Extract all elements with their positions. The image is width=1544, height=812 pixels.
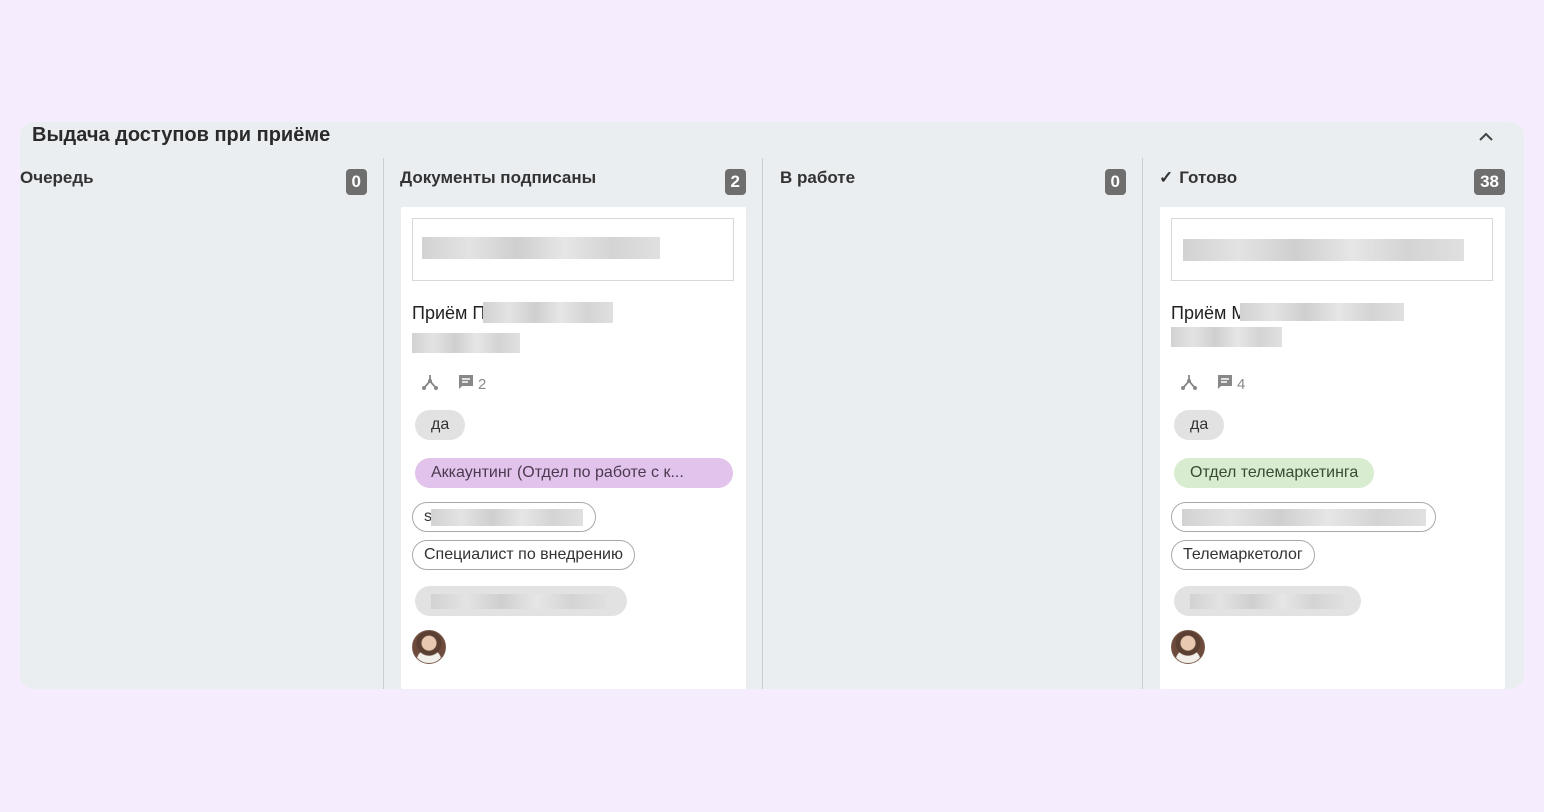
redacted-text bbox=[1171, 327, 1282, 347]
column-divider bbox=[762, 158, 763, 689]
card-meta: 4 bbox=[1180, 373, 1245, 395]
person-tag[interactable] bbox=[415, 586, 627, 616]
redacted-text bbox=[422, 237, 660, 259]
column-title: В работе bbox=[780, 168, 856, 187]
comments-count[interactable]: 2 bbox=[457, 373, 486, 395]
subtasks-icon bbox=[1180, 373, 1198, 395]
column-queue: Очередь 0 bbox=[20, 158, 367, 689]
avatar[interactable] bbox=[1171, 630, 1205, 664]
department-tag[interactable]: Аккаунтинг (Отдел по работе с к... bbox=[415, 458, 733, 488]
chevron-up-icon bbox=[1478, 129, 1494, 147]
column-title: ✓ Готово bbox=[1159, 168, 1238, 187]
card-preview bbox=[412, 218, 734, 281]
board-title: Выдача доступов при приёме bbox=[32, 124, 331, 146]
column-divider bbox=[1142, 158, 1143, 689]
tag-yes[interactable]: да bbox=[415, 410, 466, 440]
avatar[interactable] bbox=[412, 630, 446, 664]
department-tag[interactable]: Отдел телемаркетинга bbox=[1174, 458, 1375, 488]
tag-yes[interactable]: да bbox=[1174, 410, 1225, 440]
email-tag[interactable] bbox=[1171, 502, 1436, 532]
column-in-progress: В работе 0 bbox=[780, 158, 1126, 689]
collapse-button[interactable] bbox=[1474, 126, 1498, 150]
kanban-board: Выдача доступов при приёме Очередь 0 Док… bbox=[20, 122, 1524, 689]
comments-count[interactable]: 4 bbox=[1216, 373, 1245, 395]
column-count-badge: 2 bbox=[724, 169, 746, 195]
position-tag[interactable]: Телемаркетолог bbox=[1171, 540, 1315, 570]
redacted-text bbox=[1182, 509, 1426, 526]
column-count-badge: 0 bbox=[345, 169, 367, 195]
column-done: ✓ Готово 38 Приём М 4 да Отдел телемарке… bbox=[1159, 158, 1505, 689]
task-card[interactable]: Приём П 2 да Аккаунтинг (Отдел по работе… bbox=[401, 207, 746, 689]
card-meta: 2 bbox=[421, 373, 486, 395]
position-tag[interactable]: Специалист по внедрению bbox=[412, 540, 635, 570]
redacted-text bbox=[1240, 303, 1404, 321]
redacted-text bbox=[431, 509, 583, 526]
card-title: Приём М bbox=[1171, 303, 1247, 323]
email-tag[interactable]: s bbox=[412, 502, 596, 532]
person-tag[interactable] bbox=[1174, 586, 1361, 616]
task-card[interactable]: Приём М 4 да Отдел телемаркетинга Телема… bbox=[1160, 207, 1505, 689]
column-docs-signed: Документы подписаны 2 Приём П 2 да Аккау… bbox=[400, 158, 746, 689]
card-title: Приём П bbox=[412, 303, 486, 323]
comment-icon bbox=[1216, 373, 1234, 395]
subtasks-icon bbox=[421, 373, 439, 395]
redacted-text bbox=[412, 333, 520, 353]
redacted-text bbox=[483, 302, 613, 323]
card-preview bbox=[1171, 218, 1493, 281]
comment-icon bbox=[457, 373, 475, 395]
column-divider bbox=[383, 158, 384, 689]
column-title: Очередь bbox=[20, 168, 94, 187]
column-title: Документы подписаны bbox=[400, 168, 597, 187]
column-count-badge: 38 bbox=[1474, 169, 1505, 195]
redacted-text bbox=[1183, 239, 1464, 261]
column-count-badge: 0 bbox=[1104, 169, 1126, 195]
check-icon: ✓ bbox=[1159, 168, 1174, 187]
redacted-text bbox=[1190, 594, 1344, 609]
redacted-text bbox=[431, 594, 607, 609]
